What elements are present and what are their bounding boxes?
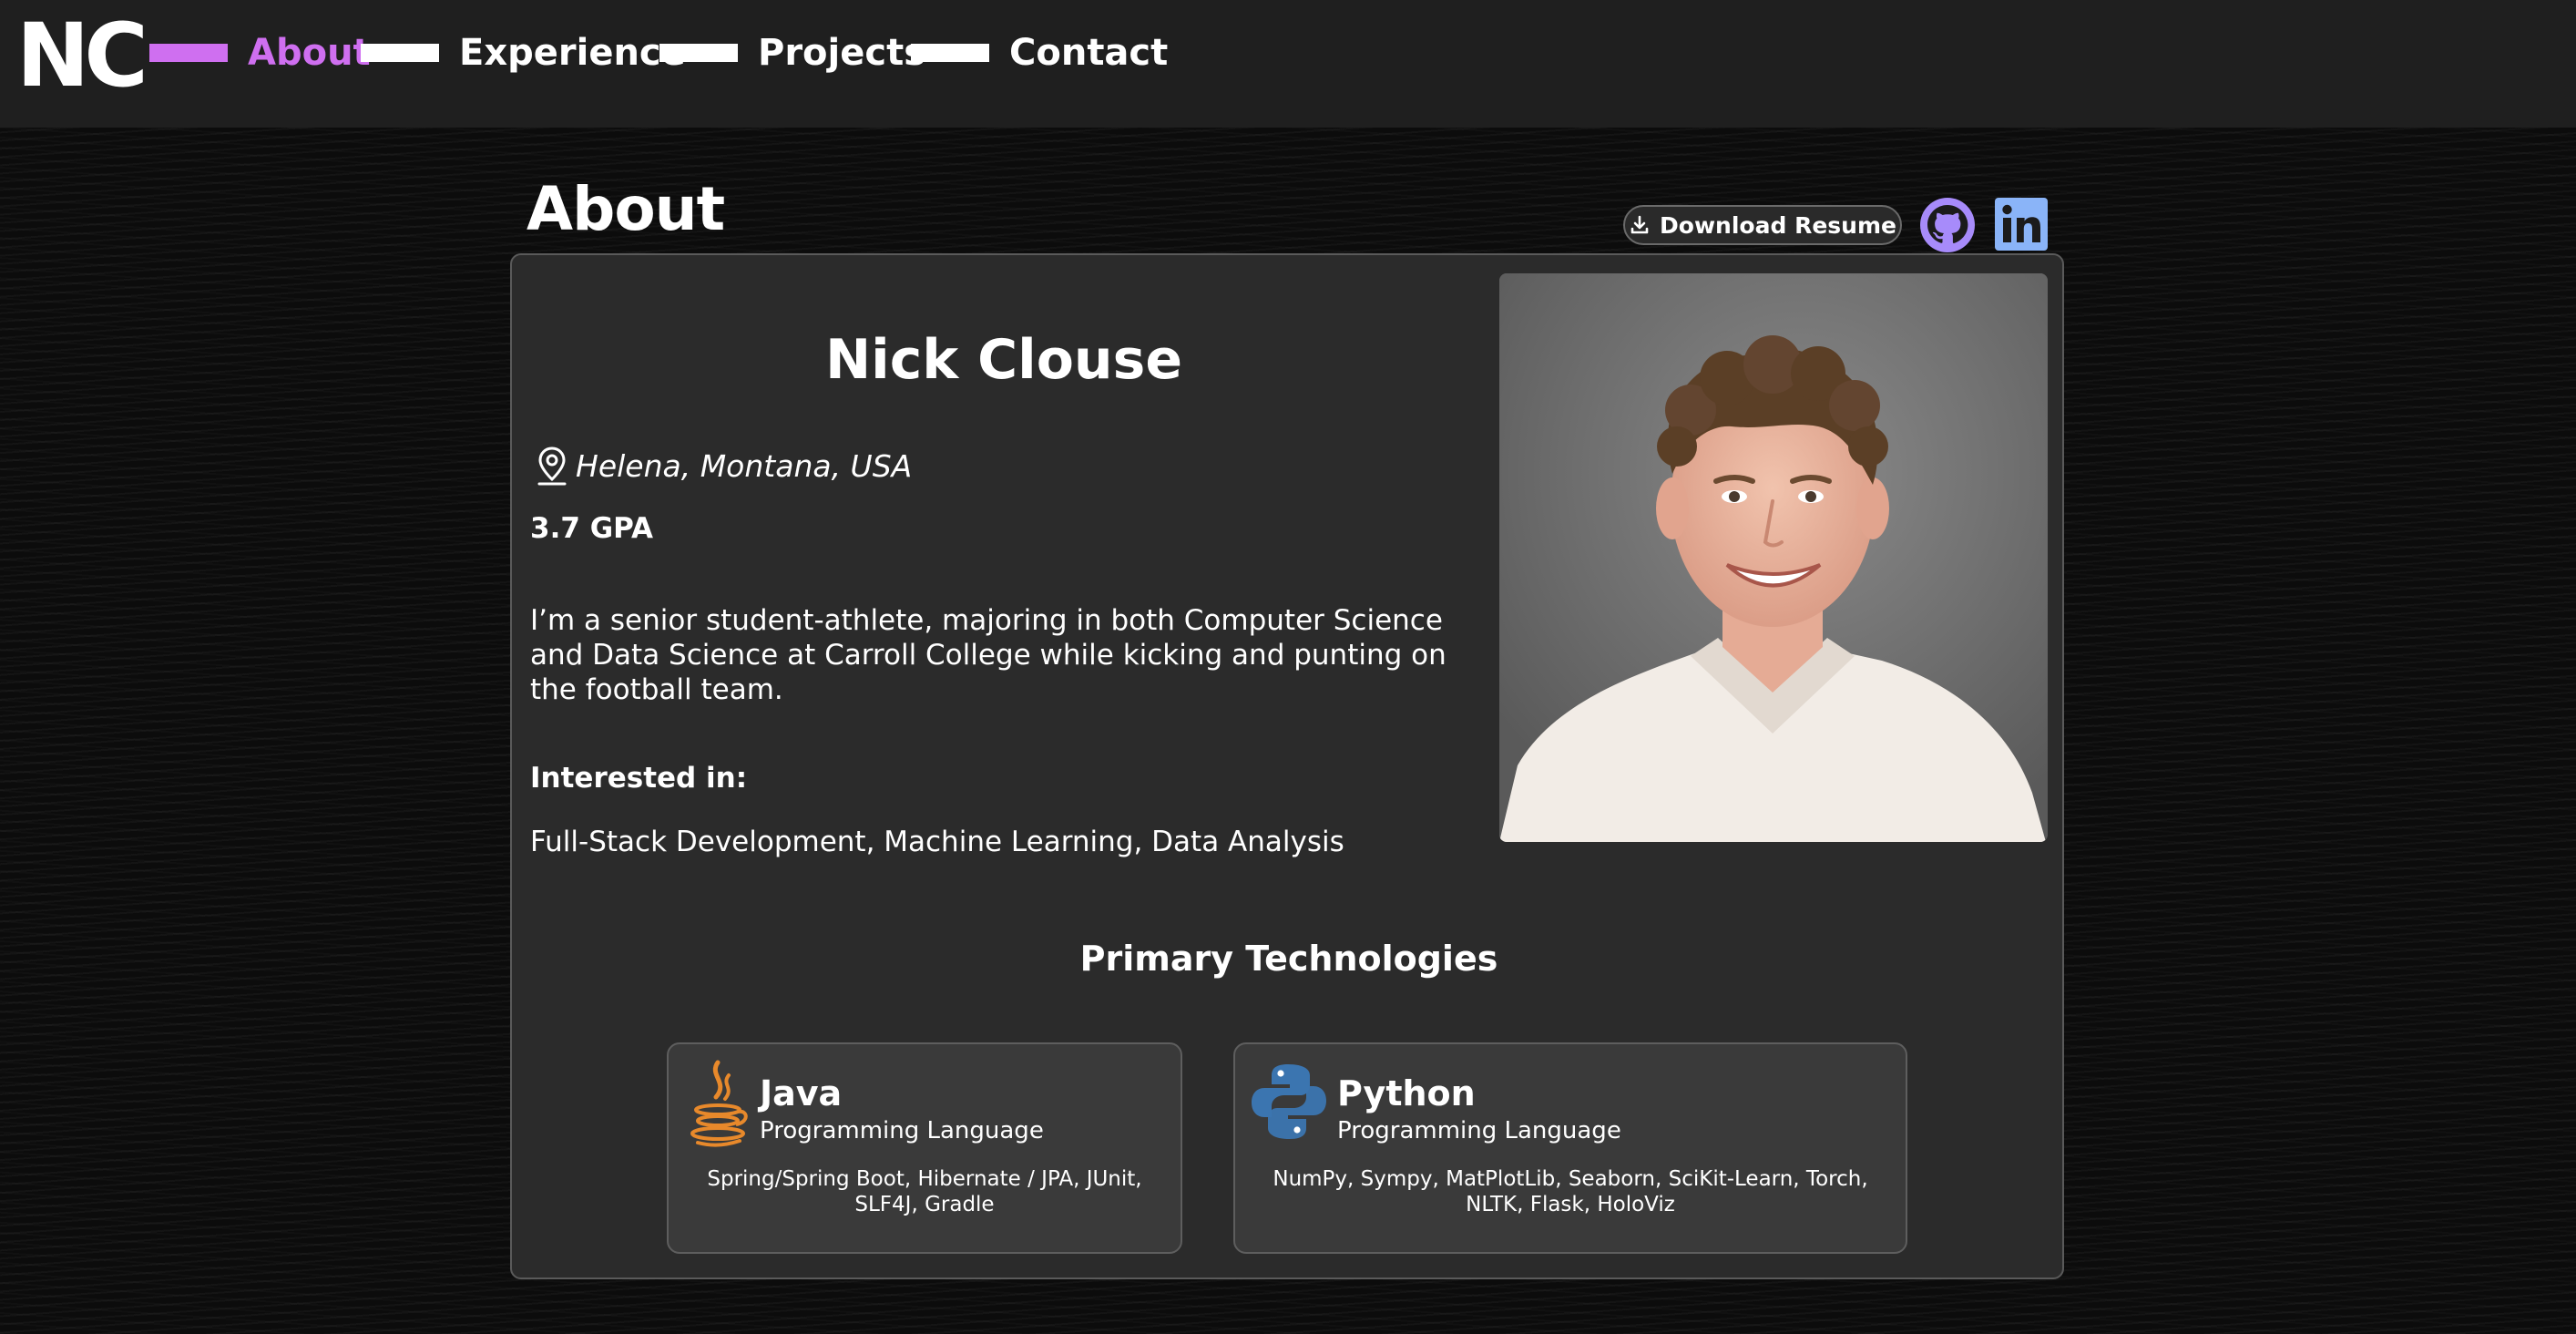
download-resume-button[interactable]: Download Resume — [1623, 205, 1902, 245]
nav-item-contact[interactable]: Contact — [911, 24, 1168, 82]
profile-name: Nick Clouse — [824, 328, 1183, 392]
gpa: 3.7 GPA — [530, 512, 654, 545]
tech-libs: Spring/Spring Boot, Hibernate / JPA, JUn… — [707, 1167, 1142, 1216]
tech-card-python: Python Programming Language NumPy, Sympy… — [1233, 1042, 1907, 1254]
top-navbar: NC About Experience Projects Contact — [0, 0, 2576, 128]
location: Helena, Montana, USA — [536, 445, 912, 487]
brand-logo[interactable]: NC — [16, 5, 148, 106]
nav-label: Experience — [459, 32, 686, 74]
nav-label: Projects — [758, 32, 926, 74]
nav-indicator — [659, 44, 738, 62]
bio-text: I’m a senior student-athlete, majoring i… — [530, 604, 1446, 706]
profile-photo-illustration — [1499, 273, 2048, 842]
nav-label: Contact — [1009, 32, 1169, 74]
interests-list: Full-Stack Development, Machine Learning… — [530, 826, 1344, 858]
nav-item-experience[interactable]: Experience — [361, 24, 686, 82]
profile-photo — [1499, 273, 2048, 842]
linkedin-icon[interactable] — [1995, 198, 2048, 251]
tech-kind: Programming Language — [1337, 1117, 1621, 1144]
map-pin-icon — [537, 446, 567, 486]
nav-indicator — [361, 44, 439, 62]
technologies-heading: Primary Technologies — [1079, 939, 1498, 979]
resume-label: Download Resume — [1660, 211, 1896, 239]
page-title: About — [526, 174, 725, 244]
tech-name: Python — [1337, 1073, 1476, 1113]
nav-indicator — [149, 44, 228, 62]
location-text: Helena, Montana, USA — [576, 447, 913, 484]
python-icon — [1252, 1064, 1326, 1139]
tech-card-java: Java Programming Language Spring/Spring … — [667, 1042, 1182, 1254]
interests-heading: Interested in: — [530, 762, 748, 795]
nav-label: About — [248, 32, 371, 74]
tech-name: Java — [760, 1073, 843, 1113]
tech-kind: Programming Language — [760, 1117, 1044, 1144]
about-card: Nick Clouse Helena, Montana, USA 3.7 GPA… — [510, 253, 2064, 1279]
nav-item-projects[interactable]: Projects — [659, 24, 925, 82]
java-icon — [690, 1060, 748, 1147]
download-icon — [1630, 215, 1649, 234]
nav-indicator — [911, 44, 989, 62]
tech-libs: NumPy, Sympy, MatPlotLib, Seaborn, SciKi… — [1273, 1167, 1868, 1216]
nav-item-about[interactable]: About — [149, 24, 371, 82]
github-icon[interactable] — [1918, 196, 1977, 254]
